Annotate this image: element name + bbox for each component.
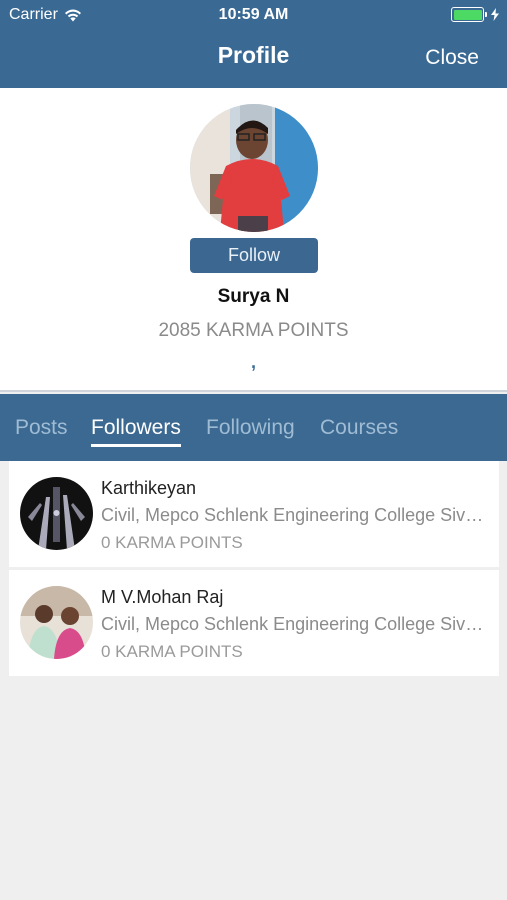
status-bar: Carrier 10:59 AM (0, 0, 507, 30)
follower-karma-points: 0 KARMA POINTS (101, 533, 243, 552)
tab-followers[interactable]: Followers (91, 416, 181, 447)
profile-header: Follow Surya N 2085 KARMA POINTS , (0, 88, 507, 392)
follower-karma-points: 0 KARMA POINTS (101, 642, 243, 661)
battery-icon (451, 7, 487, 22)
close-button[interactable]: Close (425, 46, 479, 70)
follower-department: Civil, Mepco Schlenk Engineering College… (101, 614, 489, 634)
profile-avatar (190, 104, 318, 232)
follower-list-item[interactable]: M V.Mohan Raj Civil, Mepco Schlenk Engin… (9, 570, 499, 676)
profile-name: Surya N (217, 286, 290, 307)
top-bar: Carrier 10:59 AM Profile Close (0, 0, 507, 88)
status-time: 10:59 AM (218, 6, 289, 23)
follower-department: Civil, Mepco Schlenk Engineering College… (101, 505, 489, 525)
charging-bolt-icon (491, 8, 499, 21)
profile-tab-bar: Posts Followers Following Courses (0, 394, 507, 461)
profile-bio: , (250, 352, 256, 372)
follower-avatar (20, 477, 93, 550)
follow-button[interactable]: Follow (190, 238, 318, 273)
follower-avatar (20, 586, 93, 659)
tab-courses[interactable]: Courses (320, 416, 398, 440)
battery-indicator (451, 7, 499, 22)
tab-posts[interactable]: Posts (15, 416, 68, 440)
follower-list-item[interactable]: Karthikeyan Civil, Mepco Schlenk Enginee… (9, 461, 499, 567)
profile-karma-points: 2085 KARMA POINTS (158, 320, 349, 341)
tab-following[interactable]: Following (206, 416, 295, 440)
follower-name: M V.Mohan Raj (101, 587, 224, 607)
follower-name: Karthikeyan (101, 478, 197, 498)
